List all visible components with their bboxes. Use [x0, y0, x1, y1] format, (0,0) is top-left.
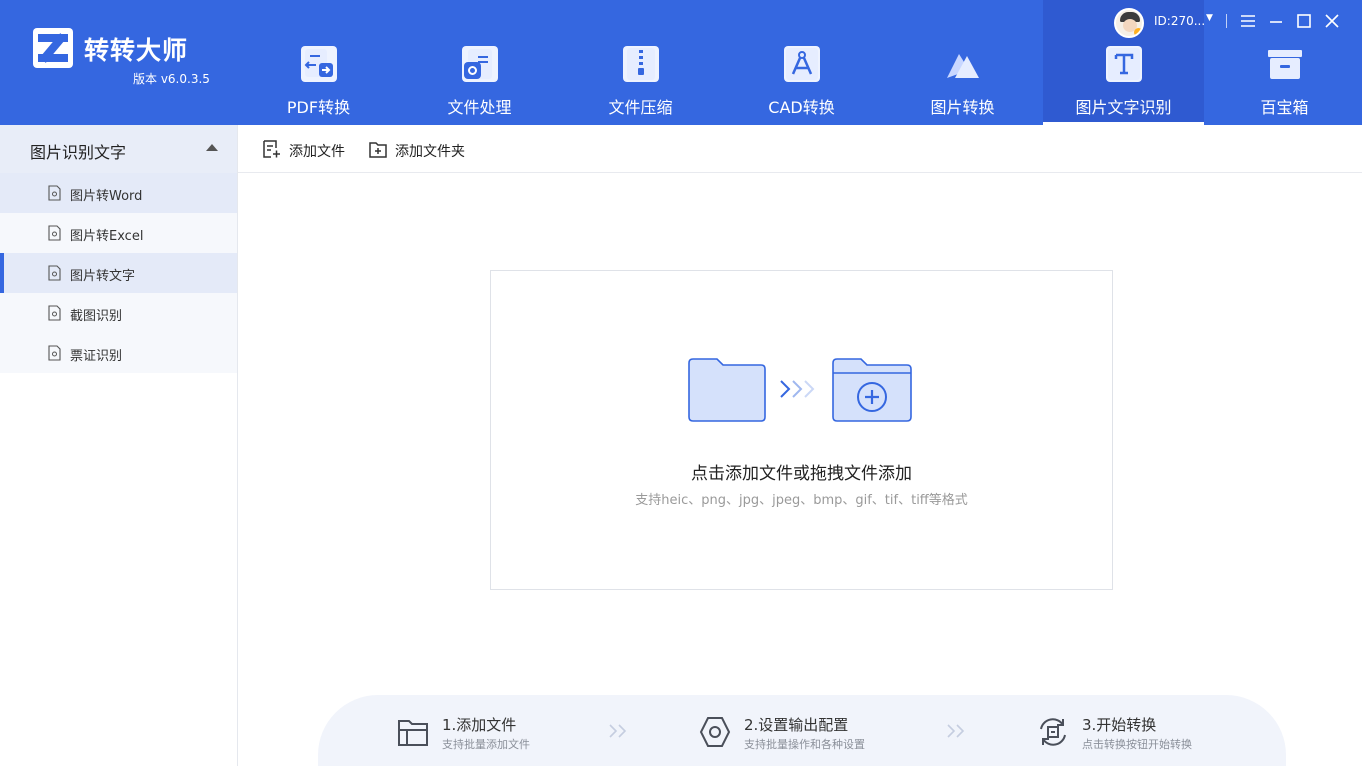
nav-item-cad-convert[interactable]: CAD转换 [721, 0, 882, 125]
maximize-button[interactable] [1292, 8, 1316, 34]
steps-guide: 1.添加文件 支持批量添加文件 2.设置输出配置 支持批量操作和各种设置 3.开 [318, 695, 1286, 766]
step-desc: 支持批量操作和各种设置 [744, 738, 865, 751]
add-folder-icon [369, 142, 387, 158]
image-convert-icon [945, 46, 981, 82]
nav-item-image-convert[interactable]: 图片转换 [882, 0, 1043, 125]
nav-label: 百宝箱 [1260, 98, 1309, 117]
step-title: 2.设置输出配置 [744, 716, 849, 734]
nav-label: 图片文字识别 [1075, 98, 1172, 117]
add-folder-button[interactable]: 添加文件夹 [368, 137, 472, 161]
step-title: 3.开始转换 [1082, 716, 1157, 734]
chevron-right-icon [609, 724, 627, 738]
file-process-icon [462, 46, 498, 82]
step-start-convert: 3.开始转换 点击转换按钮开始转换 [1036, 713, 1236, 753]
nav-label: 文件压缩 [608, 98, 673, 117]
close-icon [1325, 14, 1339, 28]
folder-add-illustration-icon [688, 358, 912, 422]
add-file-label: 添加文件 [289, 144, 345, 160]
file-drop-zone[interactable]: 点击添加文件或拖拽文件添加 支持heic、png、jpg、jpeg、bmp、gi… [490, 270, 1113, 590]
sidebar-item-image-to-text[interactable]: 图片转文字 [0, 253, 237, 293]
nav-label: 图片转换 [930, 98, 995, 117]
sidebar-item-label: 票证识别 [70, 349, 123, 364]
file-icon [48, 305, 61, 321]
step-output-settings: 2.设置输出配置 支持批量操作和各种设置 [698, 713, 898, 753]
step-desc: 点击转换按钮开始转换 [1082, 738, 1192, 751]
nav-item-file-compress[interactable]: 文件压缩 [560, 0, 721, 125]
sidebar-item-image-to-word[interactable]: 图片转Word [0, 173, 237, 213]
supported-formats: 支持heic、png、jpg、jpeg、bmp、gif、tif、tiff等格式 [635, 493, 968, 508]
sidebar-item-image-to-excel[interactable]: 图片转Excel [0, 213, 237, 253]
sidebar-item-label: 图片转Word [70, 189, 143, 204]
toolbar: 添加文件 添加文件夹 [238, 125, 1362, 173]
divider [1226, 14, 1227, 28]
ocr-text-icon [1106, 46, 1142, 82]
collapse-icon [206, 144, 218, 151]
nav-label: PDF转换 [286, 98, 351, 117]
app-version: 版本 v6.0.3.5 [133, 72, 210, 86]
sidebar-section-title: 图片识别文字 [30, 143, 127, 162]
chevron-right-icon [947, 724, 965, 738]
sidebar-item-label: 图片转文字 [70, 269, 136, 284]
drop-zone-title: 点击添加文件或拖拽文件添加 [691, 464, 912, 484]
folder-icon [398, 720, 428, 746]
top-header: 转转大师 版本 v6.0.3.5 PDF转换 文件处理 文件压缩 CAD转换 图… [0, 0, 1362, 125]
app-window: 转转大师 版本 v6.0.3.5 PDF转换 文件处理 文件压缩 CAD转换 图… [0, 0, 1362, 766]
maximize-icon [1297, 14, 1311, 28]
nav-item-file-process[interactable]: 文件处理 [399, 0, 560, 125]
settings-icon [699, 717, 731, 747]
sidebar-item-receipt-ocr[interactable]: 票证识别 [0, 333, 237, 373]
step-title: 1.添加文件 [442, 716, 517, 734]
step-desc: 支持批量添加文件 [442, 738, 530, 751]
nav-label: CAD转换 [768, 98, 835, 117]
step-add-file: 1.添加文件 支持批量添加文件 [396, 713, 566, 753]
sidebar-item-label: 截图识别 [70, 309, 123, 324]
file-icon [48, 225, 61, 241]
file-icon [48, 265, 61, 281]
user-id[interactable]: ID:270... [1154, 14, 1205, 28]
sidebar-section-header[interactable]: 图片识别文字 [0, 125, 237, 173]
menu-button[interactable] [1236, 8, 1260, 34]
file-compress-icon [623, 46, 659, 82]
nav-label: 文件处理 [447, 98, 512, 117]
file-icon [48, 345, 61, 361]
add-file-icon [263, 140, 280, 158]
nav-item-pdf-convert[interactable]: PDF转换 [238, 0, 399, 125]
minimize-icon [1270, 21, 1282, 23]
toolbox-icon [1267, 46, 1303, 82]
sidebar-item-label: 图片转Excel [70, 229, 144, 244]
cad-convert-icon [784, 46, 820, 82]
chevron-down-icon[interactable]: ▼ [1206, 13, 1213, 23]
menu-icon [1241, 15, 1255, 27]
add-file-button[interactable]: 添加文件 [262, 137, 352, 161]
sidebar: 图片识别文字 图片转Word 图片转Excel 图片转文字 截图识别 票证识别 [0, 125, 238, 766]
file-icon [48, 185, 61, 201]
close-button[interactable] [1320, 8, 1344, 34]
minimize-button[interactable] [1264, 8, 1288, 34]
app-logo-icon [33, 28, 73, 68]
add-folder-label: 添加文件夹 [395, 144, 465, 160]
app-name: 转转大师 [84, 36, 189, 65]
user-avatar[interactable] [1114, 8, 1144, 38]
sidebar-item-screenshot-ocr[interactable]: 截图识别 [0, 293, 237, 333]
convert-icon [1040, 718, 1066, 746]
pdf-convert-icon [301, 46, 337, 82]
